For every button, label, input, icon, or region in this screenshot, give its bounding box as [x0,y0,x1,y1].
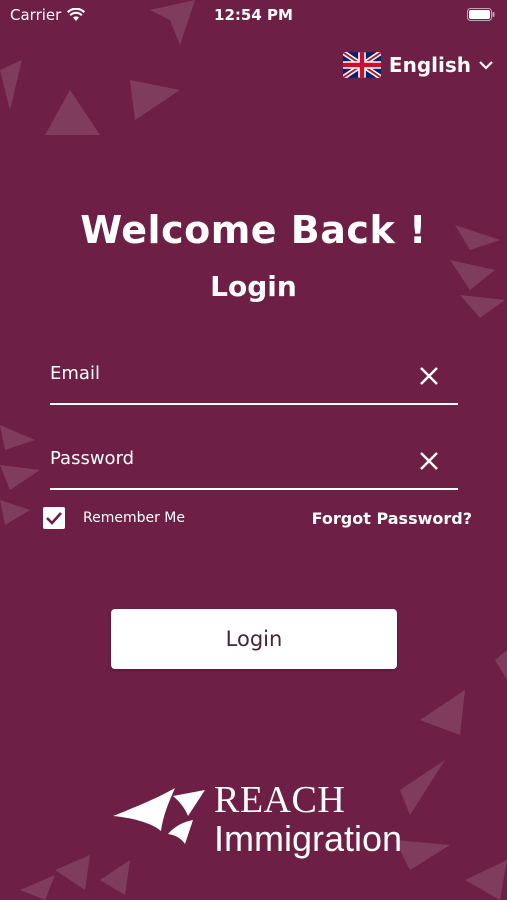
forgot-password-link[interactable]: Forgot Password? [312,509,472,528]
language-selector[interactable]: English [342,52,493,78]
login-button[interactable]: Login [111,609,397,669]
checkmark-icon [46,512,62,525]
battery-icon [467,8,495,21]
welcome-title: Welcome Back ! [80,208,427,252]
login-subtitle: Login [210,270,297,303]
remember-checkbox[interactable] [43,507,65,529]
remember-me[interactable]: Remember Me [43,507,185,529]
chevron-down-icon [479,61,493,70]
password-placeholder: Password [50,448,135,469]
logo-mark-icon [113,788,205,844]
reach-immigration-logo: REACH Immigration [113,778,413,859]
language-label: English [388,53,471,77]
status-time: 12:54 PM [214,6,293,24]
email-placeholder: Email [50,363,100,384]
uk-flag-icon [342,52,381,78]
password-field[interactable]: Password [50,438,458,490]
logo-immigration-text: Immigration [214,818,403,859]
email-field[interactable]: Email [50,353,458,405]
clear-password-icon[interactable] [418,450,440,472]
logo-reach-text: REACH [214,779,346,821]
clear-email-icon[interactable] [418,365,440,387]
status-bar: Carrier 12:54 PM [0,0,507,28]
remember-label: Remember Me [83,510,185,526]
